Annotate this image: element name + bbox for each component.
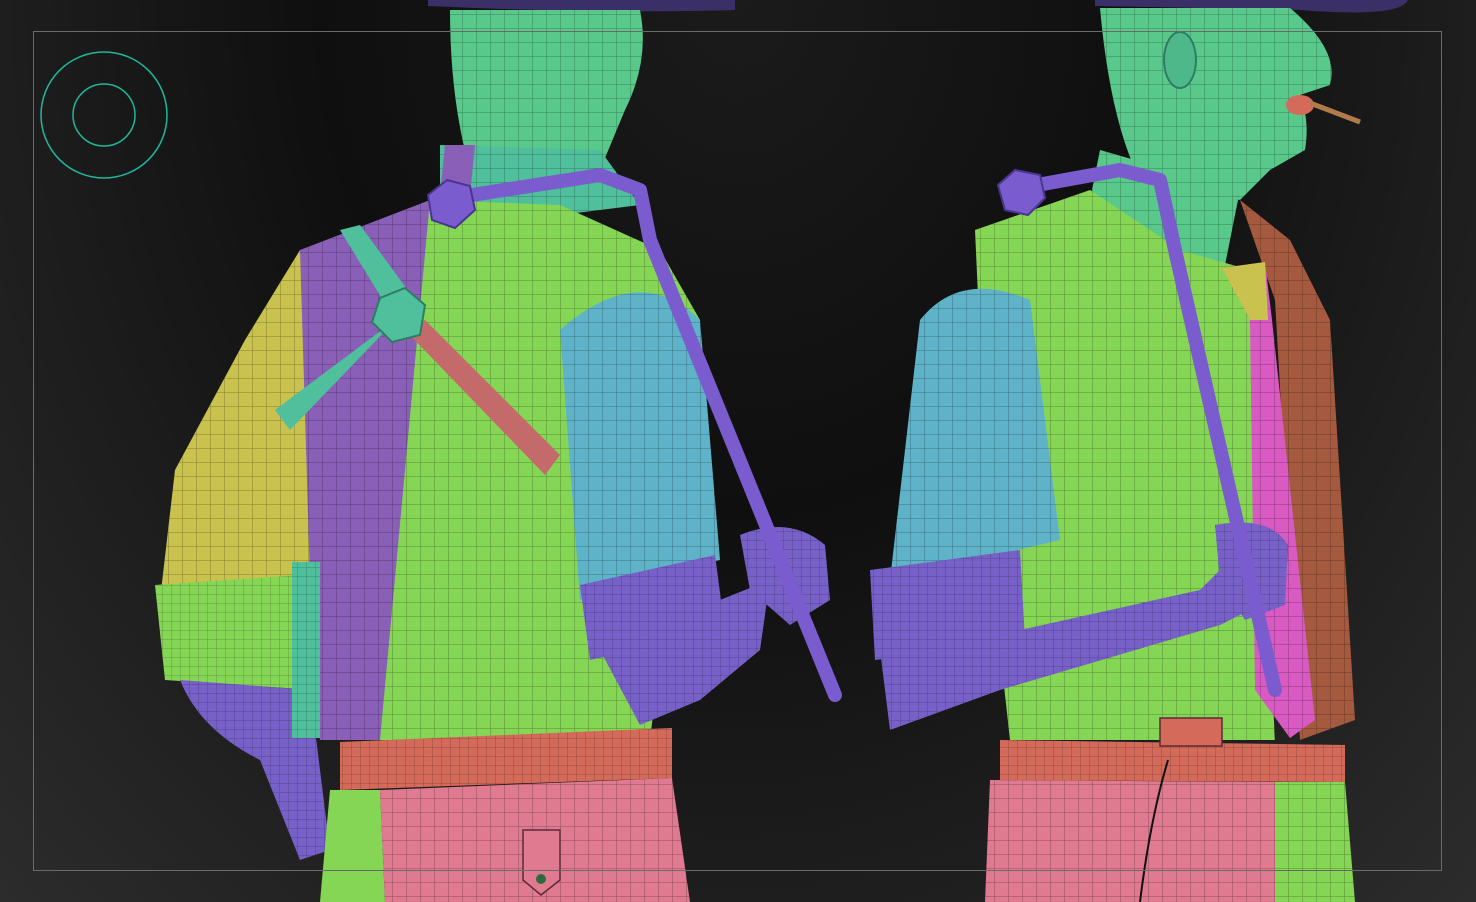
navigation-gizmo-icon[interactable] — [38, 49, 170, 181]
right-figure[interactable] — [870, 0, 1408, 902]
3d-viewport[interactable] — [0, 0, 1476, 902]
sculpt-canvas[interactable] — [0, 0, 1476, 902]
left-figure[interactable] — [155, 0, 842, 902]
hat-brim — [428, 0, 735, 12]
